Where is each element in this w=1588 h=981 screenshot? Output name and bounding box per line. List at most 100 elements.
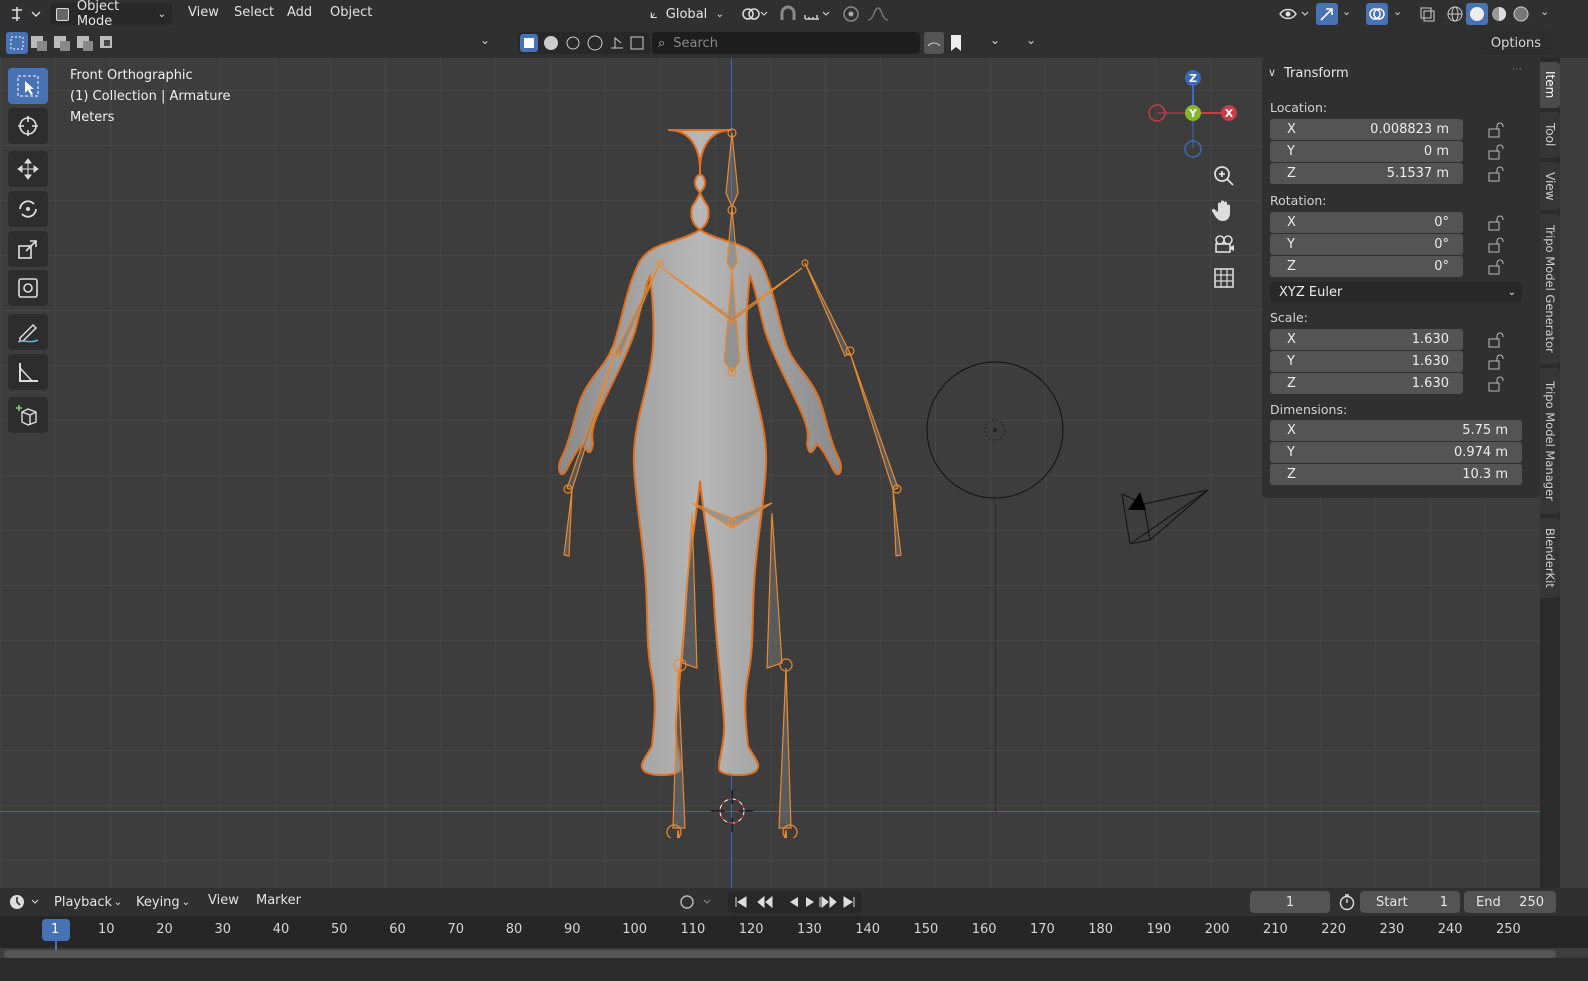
editor-type-icon[interactable]: [8, 4, 42, 24]
rotation-z-field[interactable]: Z 0°: [1270, 256, 1463, 277]
stopwatch-icon[interactable]: [1338, 893, 1356, 911]
navigation-gizmo[interactable]: Z X Y: [1145, 66, 1240, 161]
move-tool[interactable]: [8, 151, 48, 187]
tab-item[interactable]: Item: [1540, 62, 1560, 108]
tab-tripo-model-generator[interactable]: Tripo Model Generator: [1540, 214, 1560, 364]
xray-toggle-icon[interactable]: [1418, 5, 1436, 23]
panel-drag-handle[interactable]: ⋯: [1512, 64, 1522, 75]
scale-x-field[interactable]: X 1.630: [1270, 329, 1463, 350]
rotation-y-field[interactable]: Y 0°: [1270, 234, 1463, 255]
tab-tripo-model-manager[interactable]: Tripo Model Manager: [1540, 368, 1560, 514]
location-y-field[interactable]: Y 0 m: [1270, 141, 1463, 162]
lock-icon[interactable]: [1488, 237, 1506, 253]
field-value: 0 m: [1423, 144, 1449, 159]
visibility-icon[interactable]: [1278, 5, 1312, 23]
falloff-icon[interactable]: [866, 5, 896, 23]
shading-wireframe-icon[interactable]: [1446, 5, 1464, 23]
scale-tool[interactable]: [8, 231, 48, 267]
current-frame-field[interactable]: 1: [1250, 891, 1330, 913]
shading-material-icon[interactable]: [1490, 5, 1508, 23]
chevron-down-icon[interactable]: ⌄: [480, 33, 490, 47]
scale-z-field[interactable]: Z 1.630: [1270, 373, 1463, 394]
lock-icon[interactable]: [1488, 332, 1506, 348]
timeline-tick-label: 30: [214, 922, 232, 937]
start-frame-field[interactable]: Start 1: [1360, 891, 1460, 913]
chevron-down-icon: ⌄: [1507, 287, 1516, 298]
tab-view[interactable]: View: [1540, 162, 1560, 210]
dimensions-x-field[interactable]: X 5.75 m: [1270, 420, 1522, 441]
lock-icon[interactable]: [1488, 166, 1506, 182]
timeline-ruler[interactable]: [0, 916, 1588, 948]
timeline-tick-label: 230: [1379, 922, 1405, 937]
shading-rendered-icon[interactable]: [1512, 5, 1530, 23]
timeline-editor-icon[interactable]: [8, 893, 42, 911]
snap-icon[interactable]: [778, 5, 798, 23]
menu-select[interactable]: Select: [234, 5, 274, 20]
keyframe-record-icon[interactable]: [678, 893, 718, 911]
scale-y-field[interactable]: Y 1.630: [1270, 351, 1463, 372]
annotate-tool[interactable]: [8, 314, 48, 350]
mode-dropdown[interactable]: Object Mode ⌄: [50, 0, 172, 29]
dimensions-y-field[interactable]: Y 0.974 m: [1270, 442, 1522, 463]
keying-menu[interactable]: Keying ⌄: [130, 891, 196, 913]
chevron-down-icon[interactable]: ⌄: [1393, 5, 1402, 18]
timeline-scrollbar[interactable]: [4, 950, 1556, 958]
add-cube-tool[interactable]: [8, 397, 48, 433]
chevron-down-icon[interactable]: ∨: [1268, 66, 1276, 79]
tab-blenderkit[interactable]: BlenderKit: [1540, 518, 1560, 598]
transform-panel-title[interactable]: Transform: [1284, 66, 1349, 81]
chevron-down-icon[interactable]: ⌄: [1342, 5, 1351, 18]
chevron-down-icon[interactable]: ⌄: [990, 33, 1000, 47]
tab-tool[interactable]: Tool: [1540, 112, 1560, 158]
filter-buttons[interactable]: [518, 32, 650, 54]
playback-menu[interactable]: Playback ⌄: [48, 891, 128, 913]
transform-tool[interactable]: [8, 270, 48, 306]
pan-hand-icon[interactable]: [1210, 196, 1238, 224]
shading-solid-icon[interactable]: [1466, 3, 1488, 25]
lock-icon[interactable]: [1488, 215, 1506, 231]
camera-object[interactable]: [1120, 488, 1212, 550]
measure-tool[interactable]: [8, 354, 48, 390]
camera-view-icon[interactable]: [1210, 230, 1238, 258]
zoom-icon[interactable]: [1210, 162, 1238, 190]
lock-icon[interactable]: [1488, 144, 1506, 160]
character-model[interactable]: [520, 118, 940, 838]
location-x-field[interactable]: X 0.008823 m: [1270, 119, 1463, 140]
grid-view-icon[interactable]: [1210, 264, 1238, 292]
transform-orientation-dropdown[interactable]: ⟀ Global ⌄: [644, 3, 730, 25]
menu-view[interactable]: View: [188, 5, 219, 20]
search-input[interactable]: ⌕ Search: [652, 32, 920, 54]
field-value: 0°: [1434, 259, 1449, 274]
lock-icon[interactable]: [1488, 259, 1506, 275]
pivot-point-icon[interactable]: [740, 5, 770, 23]
curve-icon[interactable]: [924, 32, 944, 54]
chevron-down-icon[interactable]: ⌄: [1540, 5, 1549, 18]
end-frame-field[interactable]: End 250: [1464, 891, 1556, 913]
lock-icon[interactable]: [1488, 354, 1506, 370]
timeline-view-menu[interactable]: View: [208, 893, 239, 908]
menu-add[interactable]: Add: [287, 5, 312, 20]
select-mode-buttons[interactable]: [6, 32, 118, 54]
rotation-x-field[interactable]: X 0°: [1270, 212, 1463, 233]
3d-cursor[interactable]: [711, 790, 753, 832]
chevron-down-icon[interactable]: ⌄: [1026, 33, 1036, 47]
lock-icon[interactable]: [1488, 122, 1506, 138]
overlays-toggle-icon[interactable]: [1366, 3, 1388, 25]
playback-controls[interactable]: [728, 891, 862, 913]
select-box-tool[interactable]: [8, 68, 48, 104]
cursor-tool[interactable]: [8, 108, 48, 144]
options-button[interactable]: Options: [1480, 31, 1552, 55]
timeline-marker-menu[interactable]: Marker: [256, 893, 301, 908]
timeline-tick-label: 150: [913, 922, 939, 937]
rotation-mode-dropdown[interactable]: XYZ Euler ⌄: [1270, 282, 1522, 303]
snap-target-icon[interactable]: [802, 5, 832, 23]
dimensions-z-field[interactable]: Z 10.3 m: [1270, 464, 1522, 485]
rotate-tool[interactable]: [8, 191, 48, 227]
bookmark-icon[interactable]: [946, 32, 966, 54]
lock-icon[interactable]: [1488, 376, 1506, 392]
proportional-edit-icon[interactable]: [842, 5, 860, 23]
gizmo-toggle-icon[interactable]: [1316, 3, 1338, 25]
menu-object[interactable]: Object: [330, 5, 372, 20]
light-object[interactable]: [925, 360, 1067, 502]
location-z-field[interactable]: Z 5.1537 m: [1270, 163, 1463, 184]
